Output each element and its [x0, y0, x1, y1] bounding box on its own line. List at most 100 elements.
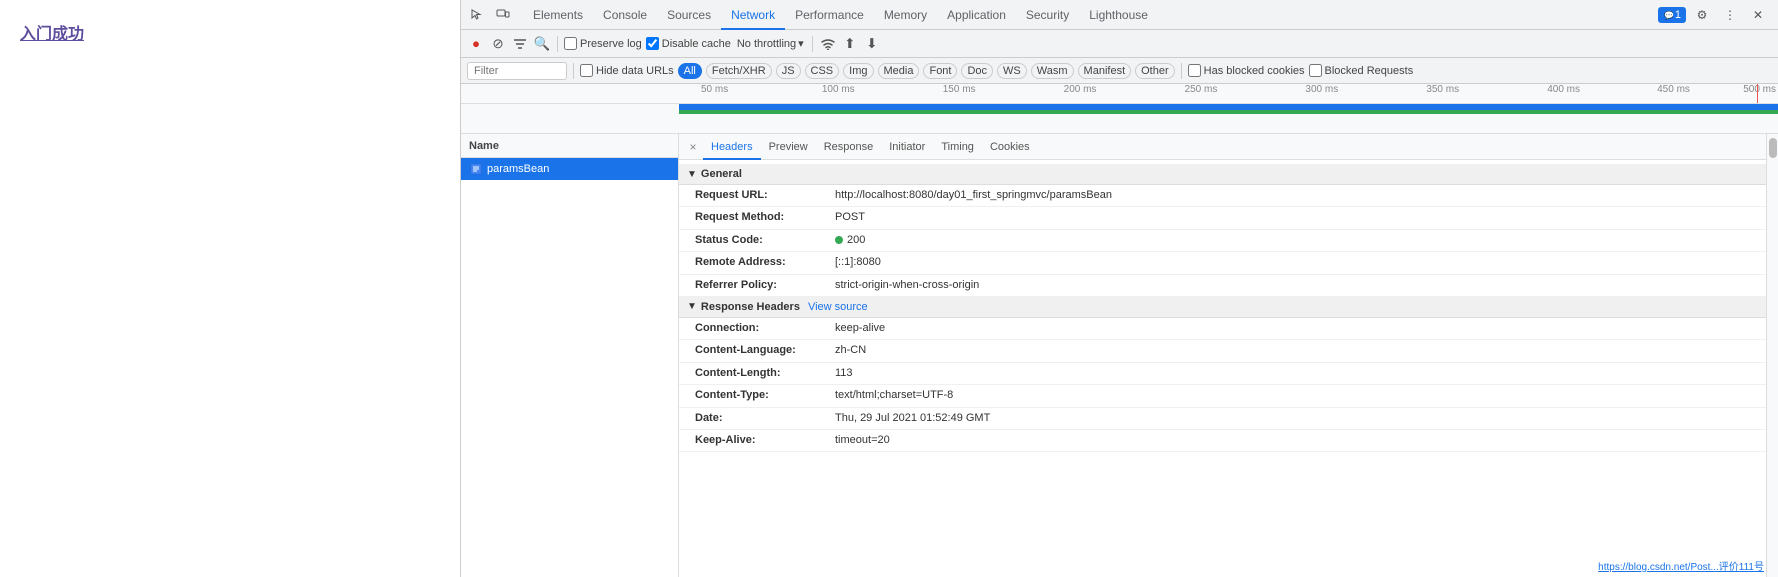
more-options-icon[interactable]: ⋮ — [1718, 3, 1742, 27]
timeline-markers: 50 ms 100 ms 150 ms 200 ms 250 ms 300 ms… — [679, 84, 1778, 103]
filter-ws[interactable]: WS — [997, 63, 1027, 79]
response-headers-label: Response Headers — [701, 301, 800, 313]
response-headers-arrow-icon: ▼ — [687, 301, 697, 312]
filter-input[interactable] — [467, 62, 567, 80]
general-arrow-icon: ▼ — [687, 169, 697, 180]
tab-elements[interactable]: Elements — [523, 0, 593, 30]
detail-tab-preview[interactable]: Preview — [761, 134, 816, 160]
device-toggle-icon[interactable] — [491, 3, 515, 27]
tab-memory[interactable]: Memory — [874, 0, 937, 30]
tab-network[interactable]: Network — [721, 0, 785, 30]
devtools-actions: 💬 1 ⚙ ⋮ ✕ — [1658, 3, 1770, 27]
resp-keep-alive-key: Keep-Alive: — [695, 433, 835, 448]
general-remote-address-row: Remote Address: [::1]:8080 — [679, 252, 1766, 274]
filter-doc[interactable]: Doc — [961, 63, 993, 79]
search-icon[interactable]: 🔍 — [533, 35, 551, 53]
close-detail-button[interactable]: × — [683, 137, 703, 157]
filter-divider — [573, 63, 574, 79]
preserve-log-checkbox-label[interactable]: Preserve log — [564, 37, 642, 50]
record-button[interactable]: ● — [467, 35, 485, 53]
filter-all[interactable]: All — [678, 63, 702, 79]
network-toolbar: ● ⊘ 🔍 Preserve log Disable cache No thro… — [461, 30, 1778, 58]
detail-tab-cookies[interactable]: Cookies — [982, 134, 1038, 160]
general-section-header[interactable]: ▼ General — [679, 164, 1766, 185]
filter-other[interactable]: Other — [1135, 63, 1175, 79]
status-dot-icon — [835, 236, 843, 244]
referrer-policy-key: Referrer Policy: — [695, 278, 835, 293]
tab-icons-group — [465, 3, 515, 27]
right-scrollbar[interactable] — [1766, 134, 1778, 577]
headers-content: ▼ General Request URL: http://localhost:… — [679, 160, 1766, 577]
throttle-select[interactable]: No throttling ▾ — [735, 37, 806, 50]
detail-tabs: × Headers Preview Response Initiator Tim… — [679, 134, 1766, 160]
url-hint[interactable]: https://blog.csdn.net/Post...评价111号 — [1598, 558, 1764, 573]
tab-application[interactable]: Application — [937, 0, 1016, 30]
filter-manifest[interactable]: Manifest — [1078, 63, 1132, 79]
resp-content-language-key: Content-Language: — [695, 343, 835, 358]
tab-console[interactable]: Console — [593, 0, 657, 30]
filter-font[interactable]: Font — [923, 63, 957, 79]
detail-tab-response[interactable]: Response — [816, 134, 882, 160]
remote-address-key: Remote Address: — [695, 255, 835, 270]
wifi-icon[interactable] — [819, 35, 837, 53]
filter-media[interactable]: Media — [878, 63, 920, 79]
resp-date-row: Date: Thu, 29 Jul 2021 01:52:49 GMT — [679, 408, 1766, 430]
scrollbar-thumb — [1769, 138, 1777, 158]
general-request-url-row: Request URL: http://localhost:8080/day01… — [679, 185, 1766, 207]
marker-450: 450 ms — [1657, 84, 1690, 95]
marker-400: 400 ms — [1547, 84, 1580, 95]
general-referrer-policy-row: Referrer Policy: strict-origin-when-cros… — [679, 275, 1766, 297]
timeline-blue-bar — [679, 104, 1778, 110]
has-blocked-cookies-checkbox[interactable] — [1188, 64, 1201, 77]
resp-content-type-value: text/html;charset=UTF-8 — [835, 388, 953, 403]
detail-tab-headers[interactable]: Headers — [703, 134, 761, 160]
resp-date-value: Thu, 29 Jul 2021 01:52:49 GMT — [835, 411, 990, 426]
disable-cache-checkbox[interactable] — [646, 37, 659, 50]
download-icon[interactable]: ⬇ — [863, 35, 881, 53]
filter-css[interactable]: CSS — [805, 63, 840, 79]
devtools-panel: Elements Console Sources Network Perform… — [460, 0, 1778, 577]
file-list: Name paramsBean — [461, 134, 679, 577]
tab-lighthouse[interactable]: Lighthouse — [1079, 0, 1158, 30]
hide-data-urls-label[interactable]: Hide data URLs — [580, 64, 674, 77]
resp-content-length-value: 113 — [835, 366, 853, 381]
stop-button[interactable]: ⊘ — [489, 35, 507, 53]
disable-cache-checkbox-label[interactable]: Disable cache — [646, 37, 731, 50]
marker-200: 200 ms — [1064, 84, 1097, 95]
file-icon — [469, 162, 483, 176]
issues-badge[interactable]: 💬 1 — [1658, 7, 1686, 23]
settings-icon[interactable]: ⚙ — [1690, 3, 1714, 27]
file-item-paramsbean[interactable]: paramsBean — [461, 158, 678, 180]
marker-50: 50 ms — [701, 84, 728, 95]
detail-tab-initiator[interactable]: Initiator — [881, 134, 933, 160]
view-source-link[interactable]: View source — [808, 301, 868, 313]
filter-bar: Hide data URLs All Fetch/XHR JS CSS Img … — [461, 58, 1778, 84]
close-devtools-icon[interactable]: ✕ — [1746, 3, 1770, 27]
filter-wasm[interactable]: Wasm — [1031, 63, 1074, 79]
response-headers-section-header[interactable]: ▼ Response Headers View source — [679, 297, 1766, 318]
tab-security[interactable]: Security — [1016, 0, 1079, 30]
filter-img[interactable]: Img — [843, 63, 873, 79]
filter-icon[interactable] — [511, 35, 529, 53]
filter-js[interactable]: JS — [776, 63, 801, 79]
cursor-icon[interactable] — [465, 3, 489, 27]
disable-cache-label: Disable cache — [662, 38, 731, 50]
referrer-policy-value: strict-origin-when-cross-origin — [835, 278, 979, 293]
hide-data-urls-checkbox[interactable] — [580, 64, 593, 77]
blocked-requests-label[interactable]: Blocked Requests — [1309, 64, 1414, 77]
filter-fetch-xhr[interactable]: Fetch/XHR — [706, 63, 772, 79]
timeline-header: 50 ms 100 ms 150 ms 200 ms 250 ms 300 ms… — [461, 84, 1778, 104]
blocked-requests-checkbox[interactable] — [1309, 64, 1322, 77]
page-content: 入门成功 — [0, 0, 460, 577]
tab-performance[interactable]: Performance — [785, 0, 874, 30]
devtools-tabs-bar: Elements Console Sources Network Perform… — [461, 0, 1778, 30]
preserve-log-label: Preserve log — [580, 38, 642, 50]
status-code-text: 200 — [847, 233, 865, 248]
upload-icon[interactable]: ⬆ — [841, 35, 859, 53]
request-method-value: POST — [835, 210, 865, 225]
tab-sources[interactable]: Sources — [657, 0, 721, 30]
detail-tab-timing[interactable]: Timing — [933, 134, 982, 160]
has-blocked-cookies-label[interactable]: Has blocked cookies — [1188, 64, 1305, 77]
preserve-log-checkbox[interactable] — [564, 37, 577, 50]
resp-connection-value: keep-alive — [835, 321, 885, 336]
